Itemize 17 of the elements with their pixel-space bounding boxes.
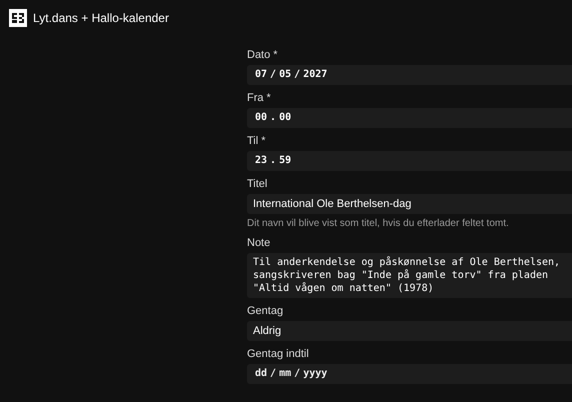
date-field[interactable]: 07 / 05 / 2027 bbox=[247, 65, 572, 85]
dropdown[interactable]: Aldrig bbox=[247, 321, 572, 341]
help-text: Dit navn vil blive vist som titel, hvis du efterlader feltet tomt. bbox=[247, 217, 509, 230]
input-field[interactable]: International Ole Berthelsen-dag bbox=[247, 194, 572, 214]
app-title: Lyt.dans + Hallo-kalender bbox=[33, 11, 169, 25]
field-label: Titel bbox=[247, 177, 268, 191]
field-label: Gentag indtil bbox=[247, 347, 309, 361]
logo-icon bbox=[9, 9, 27, 27]
field-label: Fra * bbox=[247, 91, 271, 105]
date-field[interactable]: dd / mm / yyyy bbox=[247, 364, 572, 384]
field-label: Til * bbox=[247, 134, 266, 148]
time-field[interactable]: 00 . 00 bbox=[247, 108, 572, 128]
text-area[interactable]: Til anderkendelse og påskønnelse af Ole Berthelsen, sangskriveren bag "Inde på gamle torv" fra pladen "Altid vågen om natten" (1978) bbox=[247, 253, 572, 298]
field-label: Gentag bbox=[247, 304, 284, 318]
field-label: Note bbox=[247, 236, 270, 250]
time-field[interactable]: 23 . 59 bbox=[247, 151, 572, 171]
field-label: Dato * bbox=[247, 48, 278, 62]
